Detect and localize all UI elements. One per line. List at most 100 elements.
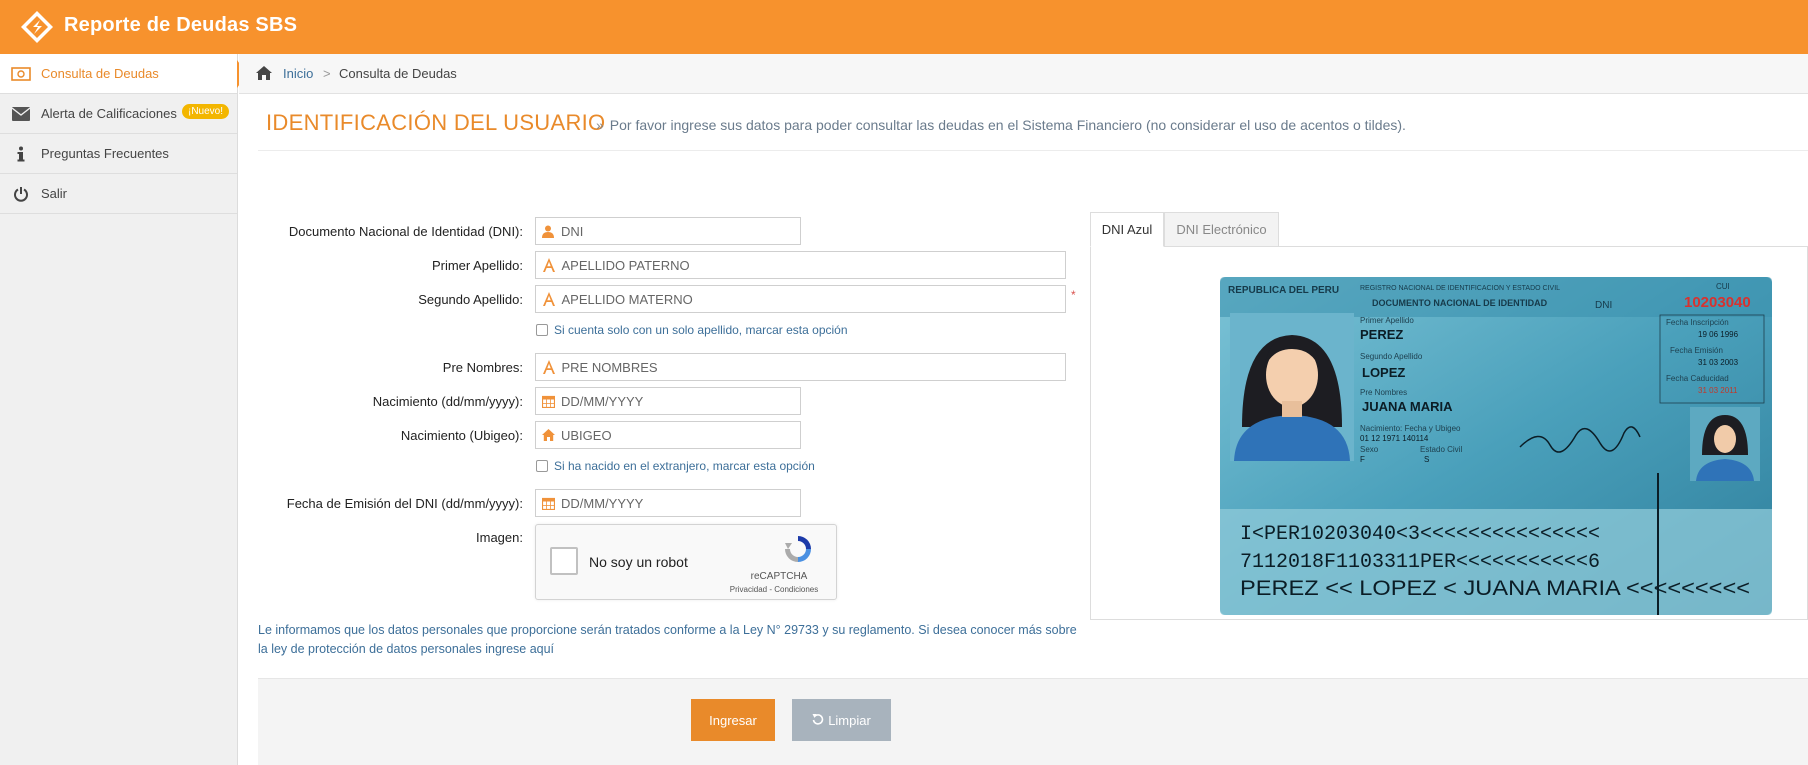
primer-apellido-label: Primer Apellido:: [431, 258, 523, 273]
form-actions-bar: [258, 678, 1808, 765]
nacimiento-fecha-input[interactable]: [561, 393, 800, 409]
ingresar-button[interactable]: Ingresar: [691, 699, 775, 741]
dni-input[interactable]: [560, 223, 800, 239]
dni-label: Documento Nacional de Identidad (DNI):: [288, 224, 523, 239]
card-primer-apellido: PEREZ: [1360, 327, 1403, 342]
recaptcha-terms-link[interactable]: Privacidad - Condiciones: [724, 585, 824, 594]
sidebar: Consulta de Deudas Alerta de Calificacio…: [0, 54, 247, 765]
breadcrumb: Inicio > Consulta de Deudas: [239, 54, 1808, 94]
card-ghost-photo: [1690, 407, 1760, 481]
card-segundo-apellido-label: Segundo Apellido: [1360, 352, 1423, 361]
sidebar-item-alerta-calificaciones[interactable]: Alerta de Calificaciones ¡Nuevo!: [0, 94, 237, 134]
text-a-icon: [542, 360, 555, 374]
card-dni-number: 10203040: [1684, 294, 1751, 311]
primer-apellido-input[interactable]: [561, 257, 1065, 273]
segundo-apellido-input[interactable]: [561, 291, 1065, 307]
card-nacimiento-label: Nacimiento: Fecha y Ubigeo: [1360, 424, 1461, 433]
card-mrz-line-3: PEREZ << LOPEZ < JUANA MARIA <<<<<<<<<: [1240, 577, 1750, 600]
money-icon: [10, 65, 32, 83]
fecha-emision-label: Fecha de Emisión del DNI (dd/mm/yyyy):: [286, 496, 523, 511]
calendar-icon: [542, 496, 555, 510]
imagen-label: Imagen:: [476, 530, 523, 545]
extranjero-label: Si ha nacido en el extranjero, marcar es…: [554, 459, 815, 473]
card-nacimiento: 01 12 1971 140114: [1360, 434, 1429, 443]
sidebar-item-consulta-deudas[interactable]: Consulta de Deudas: [0, 54, 247, 94]
card-emision-label: Fecha Emisión: [1670, 346, 1723, 355]
card-sexo-label: Sexo: [1360, 445, 1379, 454]
power-icon: [10, 185, 32, 203]
dni-field[interactable]: [535, 217, 801, 245]
sidebar-item-label: Consulta de Deudas: [41, 66, 159, 81]
extranjero-checkbox[interactable]: [536, 460, 548, 472]
solo-apellido-label: Si cuenta solo con un solo apellido, mar…: [554, 323, 848, 337]
tab-dni-electronico[interactable]: DNI Electrónico: [1164, 212, 1279, 247]
title-divider: [258, 150, 1808, 151]
fecha-emision-input[interactable]: [561, 495, 800, 511]
page-subtitle: » Por favor ingrese sus datos para poder …: [596, 117, 1406, 133]
solo-apellido-checkbox[interactable]: [536, 324, 548, 336]
nacimiento-fecha-label: Nacimiento (dd/mm/yyyy):: [372, 394, 523, 409]
sidebar-item-label: Alerta de Calificaciones: [41, 106, 177, 121]
recaptcha-logo-icon: [785, 536, 811, 562]
pre-nombres-label: Pre Nombres:: [442, 360, 523, 375]
card-dni-label: DNI: [1595, 300, 1612, 311]
new-badge: ¡Nuevo!: [181, 104, 229, 119]
breadcrumb-home-link[interactable]: Inicio: [283, 66, 313, 81]
card-mrz-line-2: 7112018F1103311PER<<<<<<<<<<<6: [1240, 551, 1600, 574]
nacimiento-ubigeo-field[interactable]: [535, 421, 801, 449]
reset-icon: [812, 713, 824, 728]
sbs-logo-icon: [21, 11, 53, 43]
card-pre-nombres: JUANA MARIA: [1362, 399, 1453, 414]
pre-nombres-field[interactable]: [535, 353, 1066, 381]
calendar-icon: [542, 394, 555, 408]
card-photo: [1230, 313, 1354, 461]
limpiar-label: Limpiar: [828, 712, 871, 728]
page-title: IDENTIFICACIÓN DEL USUARIO: [266, 110, 606, 135]
card-inscripcion: 19 06 1996: [1698, 330, 1739, 339]
info-icon: [10, 145, 32, 163]
card-sexo: F: [1360, 455, 1365, 464]
segundo-apellido-field[interactable]: [535, 285, 1066, 313]
nacimiento-ubigeo-input[interactable]: [561, 427, 800, 443]
card-emision: 31 03 2003: [1698, 358, 1739, 367]
sidebar-item-preguntas-frecuentes[interactable]: Preguntas Frecuentes: [0, 134, 237, 174]
tab-dni-azul[interactable]: DNI Azul: [1090, 212, 1164, 247]
sidebar-item-label: Preguntas Frecuentes: [41, 146, 169, 161]
top-bar: Reporte de Deudas SBS: [0, 0, 1808, 54]
fecha-emision-field[interactable]: [535, 489, 801, 517]
primer-apellido-field[interactable]: [535, 251, 1066, 279]
privacy-notice-link[interactable]: Le informamos que los datos personales q…: [258, 621, 1078, 659]
card-primer-apellido-label: Primer Apellido: [1360, 316, 1414, 325]
recaptcha-text: No soy un robot: [589, 554, 688, 570]
breadcrumb-current: Consulta de Deudas: [339, 66, 457, 81]
recaptcha-brand: reCAPTCHA: [750, 571, 808, 582]
dni-card-image: REPUBLICA DEL PERU REGISTRO NACIONAL DE …: [1220, 277, 1772, 615]
card-registry: REGISTRO NACIONAL DE IDENTIFICACION Y ES…: [1360, 285, 1560, 292]
nacimiento-ubigeo-label: Nacimiento (Ubigeo):: [400, 428, 523, 443]
recaptcha-checkbox[interactable]: [550, 547, 578, 575]
card-pre-nombres-label: Pre Nombres: [1360, 388, 1407, 397]
solo-apellido-option[interactable]: Si cuenta solo con un solo apellido, mar…: [536, 323, 848, 337]
card-estado-civil: S: [1424, 455, 1429, 464]
extranjero-option[interactable]: Si ha nacido en el extranjero, marcar es…: [536, 459, 815, 473]
pre-nombres-input[interactable]: [561, 359, 1065, 375]
user-icon: [542, 224, 555, 238]
card-cui-label: CUI: [1716, 282, 1730, 291]
text-a-icon: [542, 258, 555, 272]
subtitle-text: Por favor ingrese sus datos para poder c…: [609, 117, 1406, 133]
segundo-apellido-label: Segundo Apellido:: [418, 292, 523, 307]
nacimiento-fecha-field[interactable]: [535, 387, 801, 415]
home-icon[interactable]: [255, 65, 273, 81]
sidebar-item-salir[interactable]: Salir: [0, 174, 237, 214]
text-a-icon: [542, 292, 555, 306]
card-doc-type: DOCUMENTO NACIONAL DE IDENTIDAD: [1372, 298, 1548, 308]
card-segundo-apellido: LOPEZ: [1362, 365, 1405, 380]
card-caducidad: 31 03 2011: [1698, 386, 1738, 395]
card-mrz-line-1: I<PER10203040<3<<<<<<<<<<<<<<<: [1240, 523, 1600, 546]
breadcrumb-separator: >: [323, 66, 331, 81]
card-country: REPUBLICA DEL PERU: [1228, 285, 1339, 296]
app-title: Reporte de Deudas SBS: [64, 14, 298, 36]
dni-example-panel: DNI Azul DNI Electrónico REPUBLICA DEL P…: [1090, 212, 1808, 620]
card-estado-civil-label: Estado Civil: [1420, 445, 1462, 454]
limpiar-button[interactable]: Limpiar: [792, 699, 891, 741]
